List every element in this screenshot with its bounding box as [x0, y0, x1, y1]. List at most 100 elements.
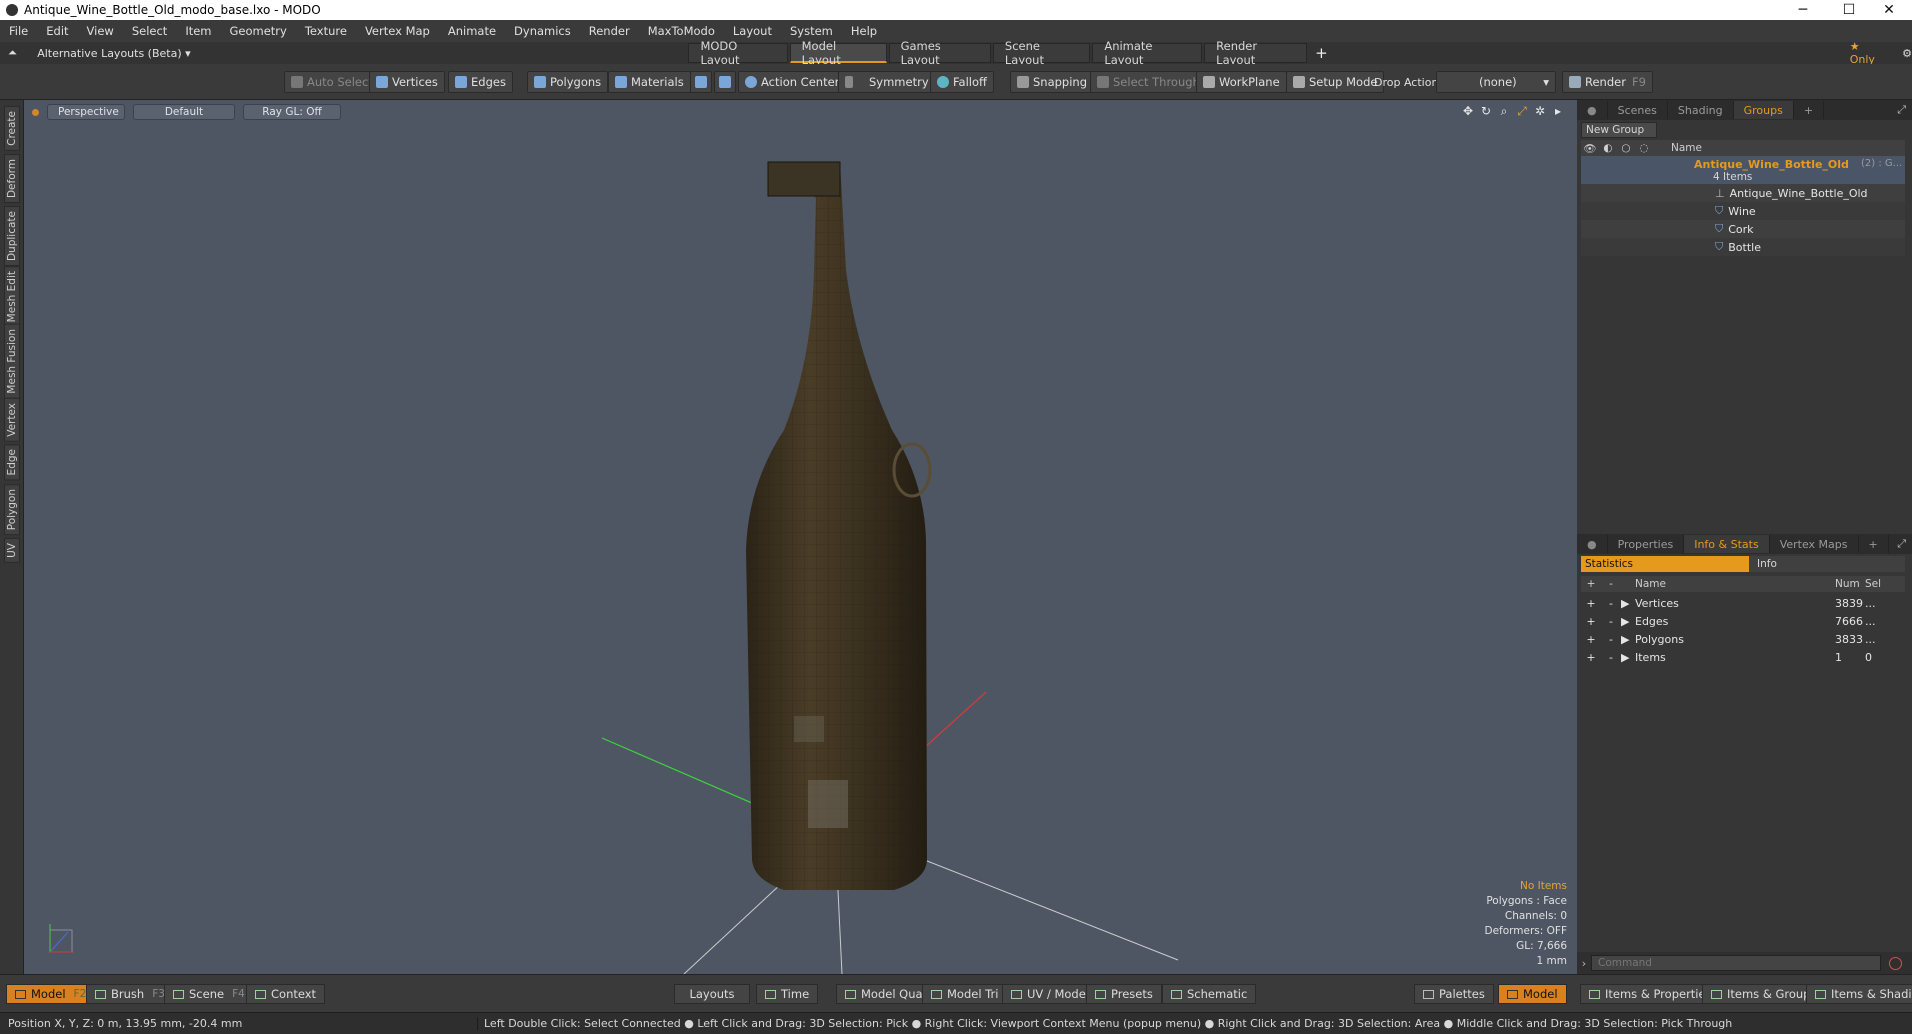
schematic-button[interactable]: Schematic [1162, 984, 1257, 1004]
tab-vertex-maps[interactable]: Vertex Maps [1770, 535, 1859, 553]
rotate-icon[interactable]: ↻ [1477, 104, 1495, 119]
expand-arrow-icon[interactable]: ▶ [1621, 651, 1635, 664]
menu-dynamics[interactable]: Dynamics [505, 24, 580, 38]
eye-icon[interactable]: 👁 [1581, 142, 1599, 155]
tree-item[interactable]: ⛉ Bottle [1581, 238, 1905, 256]
tab-render-layout[interactable]: Render Layout [1204, 39, 1308, 67]
uv-model-button[interactable]: UV / Model [1002, 984, 1098, 1004]
tab-model-layout[interactable]: Model Layout [789, 39, 887, 67]
falloff-button[interactable]: Falloff [930, 71, 994, 93]
menu-animate[interactable]: Animate [439, 24, 505, 38]
menu-file[interactable]: File [0, 24, 37, 38]
pan-icon[interactable]: ✥ [1459, 104, 1477, 119]
vertices-button[interactable]: Vertices [369, 71, 445, 93]
command-input[interactable] [1591, 955, 1881, 971]
auto-select-button[interactable]: Auto Select [284, 71, 380, 93]
expand-arrow-icon[interactable]: ▶ [1621, 633, 1635, 646]
workplane-button[interactable]: WorkPlane [1196, 71, 1287, 93]
drop-action-select[interactable]: (none) ▾ [1436, 71, 1556, 93]
minimize-button[interactable]: ─ [1780, 0, 1826, 20]
add-layout-button[interactable]: + [1315, 44, 1328, 62]
tree-item[interactable]: ⛉ Cork [1581, 220, 1905, 238]
menu-edit[interactable]: Edit [37, 24, 77, 38]
select-icon[interactable]: ◌ [1635, 142, 1653, 154]
polygons-button[interactable]: Polygons [527, 71, 609, 93]
group-row[interactable]: Antique_Wine_Bottle_Old (2) : G... 4 Ite… [1581, 156, 1905, 184]
panel-menu-icon[interactable]: ● [1577, 101, 1608, 119]
tab-edge[interactable]: Edge [4, 444, 20, 481]
3d-viewport[interactable]: Perspective Default Ray GL: Off ✥ ↻ ⌕ ⤢ … [24, 100, 1577, 974]
stats-row-edges[interactable]: + - ▶ Edges 7666 ... [1581, 612, 1901, 630]
viewport-expand-icon[interactable]: ▸ [1549, 104, 1567, 119]
stats-row-vertices[interactable]: + - ▶ Vertices 3839 ... [1581, 594, 1901, 612]
plus-icon[interactable]: + [1581, 651, 1601, 664]
layout-selector[interactable]: Alternative Layouts (Beta) ▾ [37, 47, 688, 60]
tab-mesh-fusion[interactable]: Mesh Fusion [4, 324, 20, 399]
close-button[interactable]: ✕ [1866, 0, 1912, 20]
tab-scenes[interactable]: Scenes [1608, 101, 1668, 119]
minus-icon[interactable]: - [1601, 597, 1621, 610]
tab-statistics[interactable]: Statistics [1581, 556, 1749, 572]
gear-icon[interactable]: ⚙ [1902, 47, 1912, 60]
stats-row-items[interactable]: + - ▶ Items 1 0 [1581, 648, 1901, 666]
tab-polygon[interactable]: Polygon [4, 484, 20, 536]
tab-vertex[interactable]: Vertex [4, 398, 20, 442]
menu-help[interactable]: Help [842, 24, 886, 38]
tab-groups[interactable]: Groups [1733, 101, 1794, 119]
tab-info[interactable]: Info [1749, 556, 1905, 572]
menu-vertex-map[interactable]: Vertex Map [356, 24, 439, 38]
tab-deform[interactable]: Deform [4, 154, 20, 204]
snapping-button[interactable]: Snapping [1010, 71, 1095, 93]
add-tab-button[interactable]: + [1859, 535, 1889, 553]
tab-duplicate[interactable]: Duplicate [4, 206, 20, 267]
fit-icon[interactable]: ⤢ [1513, 104, 1531, 119]
menu-layout[interactable]: Layout [724, 24, 781, 38]
tab-shading[interactable]: Shading [1668, 101, 1734, 119]
only-toggle[interactable]: ★ Only [1850, 40, 1886, 66]
mode-scene-button[interactable]: Scene F4 [164, 984, 254, 1004]
panel-menu-icon[interactable]: ● [1577, 535, 1608, 553]
collapse-all-icon[interactable]: - [1601, 578, 1621, 590]
menu-select[interactable]: Select [123, 24, 176, 38]
plus-icon[interactable]: + [1581, 633, 1601, 646]
materials-button[interactable]: Materials [608, 71, 691, 93]
tab-games-layout[interactable]: Games Layout [888, 39, 991, 67]
view-type-button[interactable]: Perspective [47, 104, 125, 120]
lock-icon[interactable]: ○ [1617, 142, 1635, 154]
symmetry-button[interactable]: Symmetry [838, 71, 936, 93]
tab-uv[interactable]: UV [4, 538, 20, 563]
mode-brush-button[interactable]: Brush F3 [86, 984, 174, 1004]
zoom-icon[interactable]: ⌕ [1495, 104, 1513, 119]
menu-view[interactable]: View [78, 24, 123, 38]
menu-maxtomodo[interactable]: MaxToModo [639, 24, 724, 38]
setup-mode-button[interactable]: Setup Mode [1286, 71, 1385, 93]
mode-context-button[interactable]: Context [246, 984, 326, 1004]
tab-info-stats[interactable]: Info & Stats [1684, 535, 1770, 553]
viewport-settings-icon[interactable]: ✲ [1531, 104, 1549, 119]
action-center-button[interactable]: Action Center [738, 71, 847, 93]
tab-scene-layout[interactable]: Scene Layout [992, 39, 1091, 67]
minus-icon[interactable]: - [1601, 651, 1621, 664]
add-tab-button[interactable]: + [1794, 101, 1825, 119]
menu-render[interactable]: Render [580, 24, 639, 38]
tab-create[interactable]: Create [4, 106, 20, 151]
plus-icon[interactable]: + [1581, 597, 1601, 610]
panel-expand-icon[interactable]: ⤢ [1897, 537, 1906, 551]
shading-mode-button[interactable]: Default [133, 104, 235, 120]
select-through-button[interactable]: Select Through [1090, 71, 1207, 93]
layouts-button[interactable]: Layouts [674, 984, 750, 1004]
edges-button[interactable]: Edges [448, 71, 513, 93]
render-visibility-icon[interactable]: ◐ [1599, 142, 1617, 154]
raygl-toggle[interactable]: Ray GL: Off [243, 104, 341, 120]
tree-item[interactable]: ⛉ Wine [1581, 202, 1905, 220]
render-button[interactable]: Render F9 [1562, 71, 1653, 93]
items-properties-button[interactable]: Items & Properties [1580, 984, 1721, 1004]
expand-all-icon[interactable]: + [1581, 578, 1601, 590]
menu-system[interactable]: System [781, 24, 842, 38]
presets-button[interactable]: Presets [1086, 984, 1162, 1004]
menu-geometry[interactable]: Geometry [221, 24, 296, 38]
mode-model-button[interactable]: Model F2 [6, 984, 96, 1004]
items-shading-button[interactable]: Items & Shading [1806, 984, 1912, 1004]
tree-item[interactable]: ⊥ Antique_Wine_Bottle_Old [1581, 184, 1905, 202]
expand-arrow-icon[interactable]: ▶ [1621, 597, 1635, 610]
